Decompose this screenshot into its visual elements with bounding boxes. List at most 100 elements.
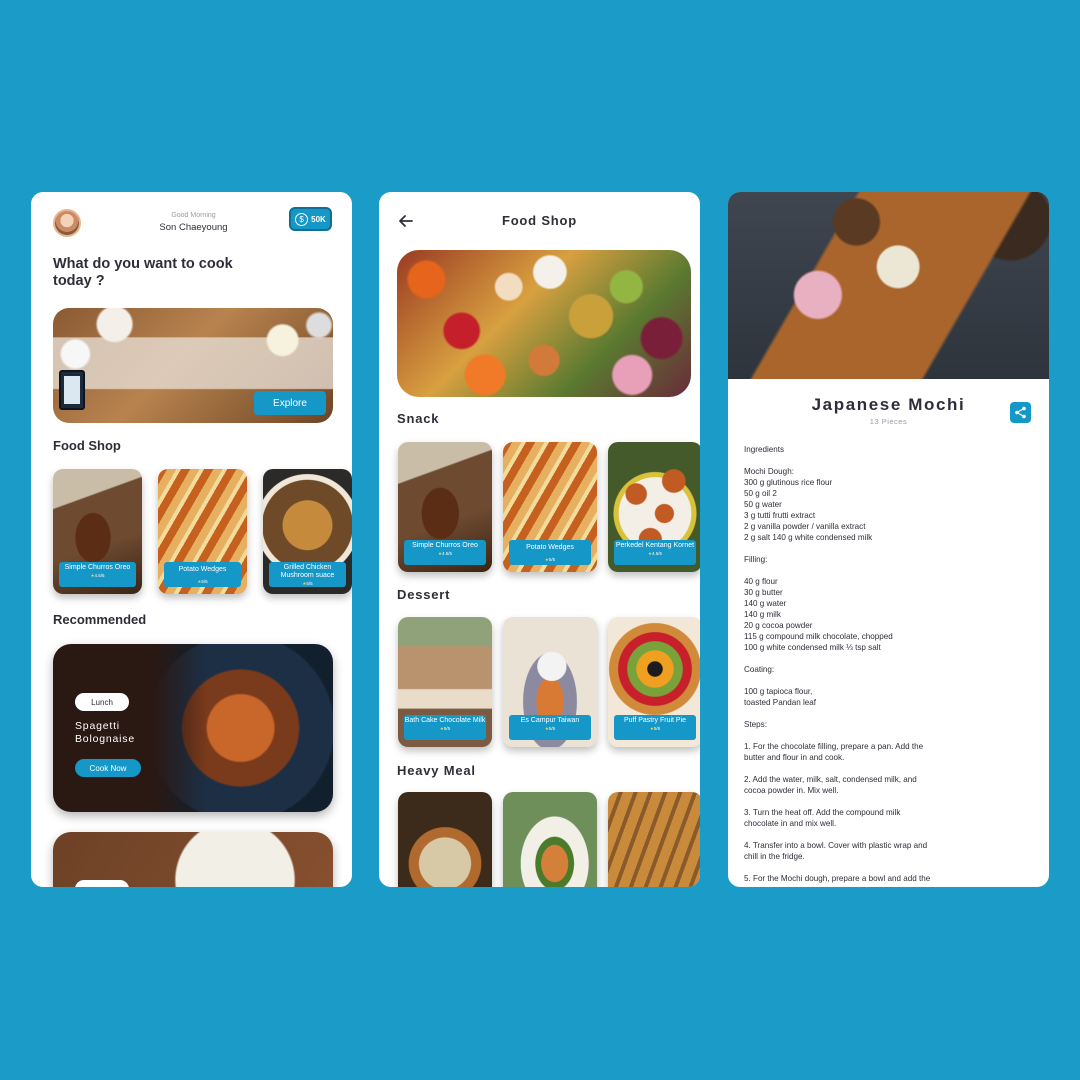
coin-balance-button[interactable]: $ 50K — [289, 207, 332, 231]
rating: 4.5/5 — [442, 551, 453, 556]
star-icon: ★5/5 — [197, 579, 208, 584]
food-card-name: Puff Pastry Fruit Pie — [623, 717, 687, 724]
line-gap — [744, 543, 1034, 554]
line-gap — [744, 730, 1034, 741]
rating: 5/5 — [653, 726, 661, 731]
recipe-line: 40 g flour — [744, 577, 778, 586]
food-card-label: Simple Churros Oreo ★4.5/5 — [404, 540, 486, 565]
recipe-line: 3. Turn the heat off. Add the compound m… — [744, 808, 901, 817]
food-card[interactable]: Puff Pastry Fruit Pie ★5/5 — [608, 617, 700, 747]
recipe-line: 2 g vanilla powder / vanilla extract — [744, 522, 866, 531]
recipe-line: 2. Add the water, milk, salt, condensed … — [744, 775, 917, 784]
recipe-line: 140 g water — [744, 599, 787, 608]
recipe-line: butter and flour in and cook. — [744, 753, 845, 762]
cook-now-button[interactable]: Cook Now — [75, 759, 141, 777]
food-card[interactable]: Perkedel Kentang Kornet ★4.5/5 — [608, 442, 700, 572]
food-card-name: Bath Cake Chocolate Milk — [404, 717, 486, 724]
recipe-line: 115 g compound milk chocolate, chopped — [744, 632, 893, 641]
food-card[interactable] — [398, 792, 492, 887]
recipe-title: Japanese Mochi — [811, 395, 966, 414]
food-card[interactable]: Potato Wedges ★5/5 — [503, 442, 597, 572]
recipe-line: 100 g white condensed milk ⅓ tsp salt — [744, 643, 881, 652]
recommended-card[interactable]: Lunch Spagetti Bolognaise Cook Now — [53, 644, 333, 812]
explore-button[interactable]: Explore — [254, 391, 326, 415]
food-card[interactable]: Simple Churros Oreo ★4.5/5 — [53, 469, 142, 594]
recipe-line: 20 g cocoa powder — [744, 621, 813, 630]
recipe-line: Ingredients — [744, 445, 785, 454]
rating: 4.5/5 — [652, 551, 663, 556]
food-shop-title: Food Shop — [53, 438, 121, 453]
recipe-line: 1. For the chocolate filling, prepare a … — [744, 742, 924, 751]
hero-banner: Explore — [53, 308, 333, 423]
recipe-line: 300 g glutinous rice flour — [744, 478, 833, 487]
star-icon: ★5/5 — [649, 726, 661, 731]
recommended-card[interactable] — [53, 832, 333, 887]
recommended-title: Recommended — [53, 612, 147, 627]
recipe-line: 50 g water — [744, 500, 782, 509]
avatar[interactable] — [53, 209, 81, 237]
star-icon: ★4.5/5 — [90, 573, 105, 578]
star-icon: ★5/5 — [439, 726, 451, 731]
star-icon: ★4.5/5 — [437, 551, 453, 556]
recipe-title: Spagetti Bolognaise — [75, 720, 135, 745]
food-card-label: Es Campur Taiwan ★5/5 — [509, 715, 591, 740]
food-card-name: Potato Wedges — [526, 544, 574, 551]
tablet-image — [59, 370, 85, 410]
meal-tag — [75, 880, 129, 887]
share-button[interactable] — [1010, 402, 1031, 423]
food-card-label: Grilled Chicken Mushroom suace ★5/5 — [269, 562, 346, 587]
food-card[interactable]: Es Campur Taiwan ★5/5 — [503, 617, 597, 747]
food-card-name: Perkedel Kentang Kornet — [615, 542, 695, 549]
greeting-block: Good Morning Son Chaeyoung — [131, 212, 256, 233]
food-card-label: Potato Wedges ★5/5 — [509, 540, 591, 565]
star-icon: ★5/5 — [544, 557, 556, 562]
food-card-label: Perkedel Kentang Kornet ★4.5/5 — [614, 540, 696, 565]
recipe-line: chocolate in and mix well. — [744, 819, 837, 828]
food-card[interactable]: Simple Churros Oreo ★4.5/5 — [398, 442, 492, 572]
line-gap — [744, 796, 1034, 807]
food-card-label: Bath Cake Chocolate Milk ★5/5 — [404, 715, 486, 740]
rating: 4.5/5 — [94, 573, 105, 578]
line-gap — [744, 708, 1034, 719]
rating: 5/5 — [306, 581, 313, 586]
meal-tag: Lunch — [75, 693, 129, 711]
recipe-line: cocoa powder in. Mix well. — [744, 786, 839, 795]
food-shop-screen: Food Shop Snack Simple Churros Oreo ★4.5… — [379, 192, 700, 887]
line-gap — [744, 653, 1034, 664]
food-card[interactable] — [503, 792, 597, 887]
food-card[interactable]: Grilled Chicken Mushroom suace ★5/5 — [263, 469, 352, 594]
recipe-line: Mochi Dough: — [744, 467, 794, 476]
greeting-text: Good Morning — [171, 212, 216, 219]
coin-amount: 50K — [311, 214, 326, 224]
line-gap — [744, 675, 1034, 686]
recipe-line: 30 g butter — [744, 588, 783, 597]
recipe-line: Steps: — [744, 720, 767, 729]
line-gap — [744, 455, 1034, 466]
recipe-instructions: Ingredients Mochi Dough: 300 g glutinous r… — [744, 444, 1034, 884]
line-gap — [744, 862, 1034, 873]
rating: 5/5 — [548, 557, 556, 562]
recipe-line: chill in the fridge. — [744, 852, 805, 861]
recipe-pieces: 13 Pieces — [869, 417, 908, 426]
recipe-detail-screen: Japanese Mochi 13 Pieces Ingredients Moch… — [728, 192, 1049, 887]
recipe-line: toasted Pandan leaf — [744, 698, 817, 707]
section-title-heavy-meal: Heavy Meal — [397, 763, 476, 778]
recipe-line: 100 g tapioca flour, — [744, 687, 813, 696]
food-card-label: Puff Pastry Fruit Pie ★5/5 — [614, 715, 696, 740]
recipe-line: 140 g milk — [744, 610, 781, 619]
recipe-line: 4. Transfer into a bowl. Cover with plas… — [744, 841, 928, 850]
food-card-name: Simple Churros Oreo — [412, 542, 478, 549]
rating: 5/5 — [548, 726, 556, 731]
page-headline: What do you want to cook today ? — [53, 256, 233, 289]
food-card-name: Simple Churros Oreo — [64, 564, 131, 571]
food-card[interactable]: Potato Wedges ★5/5 — [158, 469, 247, 594]
coin-icon: $ — [295, 212, 309, 226]
star-icon: ★5/5 — [302, 581, 313, 586]
line-gap — [744, 829, 1034, 840]
food-card[interactable] — [608, 792, 700, 887]
recipe-line: 5. For the Mochi dough, prepare a bowl a… — [744, 874, 931, 883]
home-screen: Good Morning Son Chaeyoung $ 50K What do… — [31, 192, 352, 887]
rating: 5/5 — [443, 726, 451, 731]
food-card-label: Potato Wedges ★5/5 — [164, 562, 241, 587]
food-card[interactable]: Bath Cake Chocolate Milk ★5/5 — [398, 617, 492, 747]
